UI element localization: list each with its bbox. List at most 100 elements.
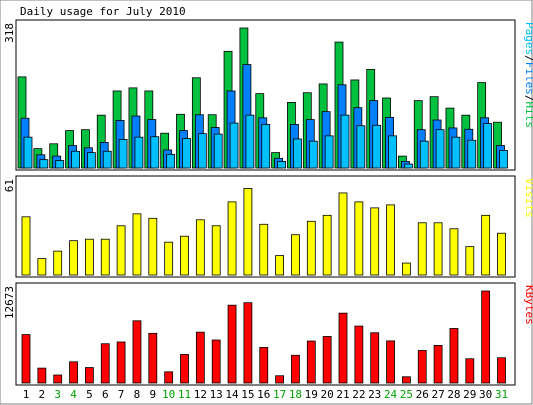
x-tick-label-day-22: 22 xyxy=(352,388,365,401)
bar-visits-day-18 xyxy=(291,234,300,276)
bar-pages-day-21 xyxy=(340,114,350,169)
bar-pages-day-28 xyxy=(451,136,461,169)
series-label-panel-2: Visits xyxy=(523,178,533,218)
bar-kbytes-day-7 xyxy=(116,341,126,384)
bar-kbytes-day-27 xyxy=(433,344,443,384)
series-label-part: Hits xyxy=(523,102,533,129)
bar-visits-day-3 xyxy=(53,250,63,276)
x-tick-label-day-11: 11 xyxy=(178,388,191,401)
chart-title: Daily usage for July 2010 xyxy=(20,5,186,18)
bar-kbytes-day-1 xyxy=(21,334,31,384)
bar-visits-day-31 xyxy=(497,232,506,276)
bar-pages-day-20 xyxy=(324,135,334,169)
bar-pages-day-12 xyxy=(197,133,207,169)
x-tick-label-day-10: 10 xyxy=(162,388,175,401)
x-tick-label-day-21: 21 xyxy=(336,388,349,401)
bar-visits-day-14 xyxy=(227,201,237,276)
bar-visits-day-8 xyxy=(132,213,142,276)
bar-pages-day-26 xyxy=(419,140,429,169)
bar-pages-day-4 xyxy=(71,150,80,169)
x-tick-label-day-7: 7 xyxy=(118,388,125,401)
bar-visits-day-16 xyxy=(259,223,269,276)
x-tick-label-day-31: 31 xyxy=(495,388,508,401)
x-tick-label-day-16: 16 xyxy=(257,388,270,401)
bar-kbytes-day-19 xyxy=(306,340,316,384)
x-tick-label-day-28: 28 xyxy=(447,388,460,401)
bar-pages-day-22 xyxy=(356,125,366,169)
bar-visits-day-6 xyxy=(100,238,110,276)
bar-pages-day-9 xyxy=(150,136,160,169)
bar-pages-day-29 xyxy=(467,139,477,169)
series-label-part: Pages xyxy=(523,22,533,55)
bar-pages-day-2 xyxy=(39,159,49,169)
bar-visits-day-17 xyxy=(275,255,285,276)
bar-pages-day-17 xyxy=(277,160,287,169)
bar-kbytes-day-6 xyxy=(100,343,110,384)
bar-visits-day-11 xyxy=(180,235,189,276)
bar-kbytes-day-14 xyxy=(227,304,237,384)
bar-kbytes-day-31 xyxy=(497,357,506,384)
bar-pages-day-15 xyxy=(245,114,255,169)
bar-kbytes-day-8 xyxy=(132,320,142,384)
x-tick-label-day-24: 24 xyxy=(384,388,398,401)
bar-kbytes-day-17 xyxy=(275,375,285,384)
bar-pages-day-13 xyxy=(213,133,223,169)
usage-chart: Daily usage for July 2010 318Pages/Files… xyxy=(0,0,533,405)
x-tick-label-day-13: 13 xyxy=(210,388,223,401)
bar-pages-day-24 xyxy=(388,135,397,169)
x-tick-label-day-29: 29 xyxy=(463,388,476,401)
x-tick-label-day-15: 15 xyxy=(241,388,254,401)
bar-visits-day-22 xyxy=(354,201,364,276)
ymax-label-panel-1: 318 xyxy=(3,23,16,43)
bar-visits-day-5 xyxy=(85,238,94,276)
bar-visits-day-7 xyxy=(116,225,126,276)
x-tick-label-day-17: 17 xyxy=(273,388,286,401)
bar-visits-day-12 xyxy=(195,219,205,276)
bar-kbytes-day-5 xyxy=(85,367,94,384)
bar-pages-day-3 xyxy=(55,160,65,169)
bar-kbytes-day-4 xyxy=(69,361,78,384)
series-label-panel-1: Pages/Files/Hits xyxy=(523,22,533,128)
ymax-label-panel-3: 12673 xyxy=(3,286,16,319)
bar-pages-day-18 xyxy=(293,138,302,169)
bar-kbytes-day-28 xyxy=(449,328,459,384)
x-tick-label-day-30: 30 xyxy=(479,388,492,401)
bar-kbytes-day-20 xyxy=(322,336,332,384)
bar-visits-day-29 xyxy=(465,246,475,276)
x-tick-label-day-12: 12 xyxy=(194,388,207,401)
bar-pages-day-14 xyxy=(229,122,239,169)
bar-kbytes-day-21 xyxy=(338,312,348,384)
bar-visits-day-27 xyxy=(433,222,443,276)
bar-pages-day-31 xyxy=(499,149,508,169)
bar-pages-day-6 xyxy=(102,150,112,169)
bar-kbytes-day-13 xyxy=(211,339,221,384)
bar-pages-day-27 xyxy=(435,129,445,169)
bar-pages-day-30 xyxy=(483,123,493,169)
x-tick-label-day-19: 19 xyxy=(305,388,318,401)
x-tick-label-day-5: 5 xyxy=(86,388,93,401)
bar-kbytes-day-15 xyxy=(243,302,253,384)
bar-kbytes-day-26 xyxy=(417,350,427,384)
x-tick-label-day-1: 1 xyxy=(23,388,30,401)
bar-kbytes-day-2 xyxy=(37,367,47,384)
x-tick-label-day-8: 8 xyxy=(134,388,141,401)
bar-visits-day-4 xyxy=(69,240,78,276)
bar-visits-day-23 xyxy=(370,207,380,276)
bar-kbytes-day-29 xyxy=(465,358,475,384)
bar-visits-day-10 xyxy=(164,241,174,276)
bar-visits-day-24 xyxy=(386,204,395,276)
x-tick-label-day-23: 23 xyxy=(368,388,381,401)
bar-kbytes-day-23 xyxy=(370,332,380,384)
series-label-part: / xyxy=(523,95,533,102)
bar-visits-day-30 xyxy=(481,214,491,276)
series-label-part: Files xyxy=(523,62,533,95)
bar-visits-day-13 xyxy=(211,225,221,276)
x-tick-label-day-27: 27 xyxy=(431,388,444,401)
bar-visits-day-19 xyxy=(306,220,316,276)
x-tick-label-day-25: 25 xyxy=(400,388,413,401)
series-label-part: / xyxy=(523,55,533,62)
bar-pages-day-19 xyxy=(308,140,318,169)
x-tick-label-day-9: 9 xyxy=(149,388,156,401)
bar-kbytes-day-3 xyxy=(53,374,63,384)
bar-kbytes-day-16 xyxy=(259,347,269,384)
